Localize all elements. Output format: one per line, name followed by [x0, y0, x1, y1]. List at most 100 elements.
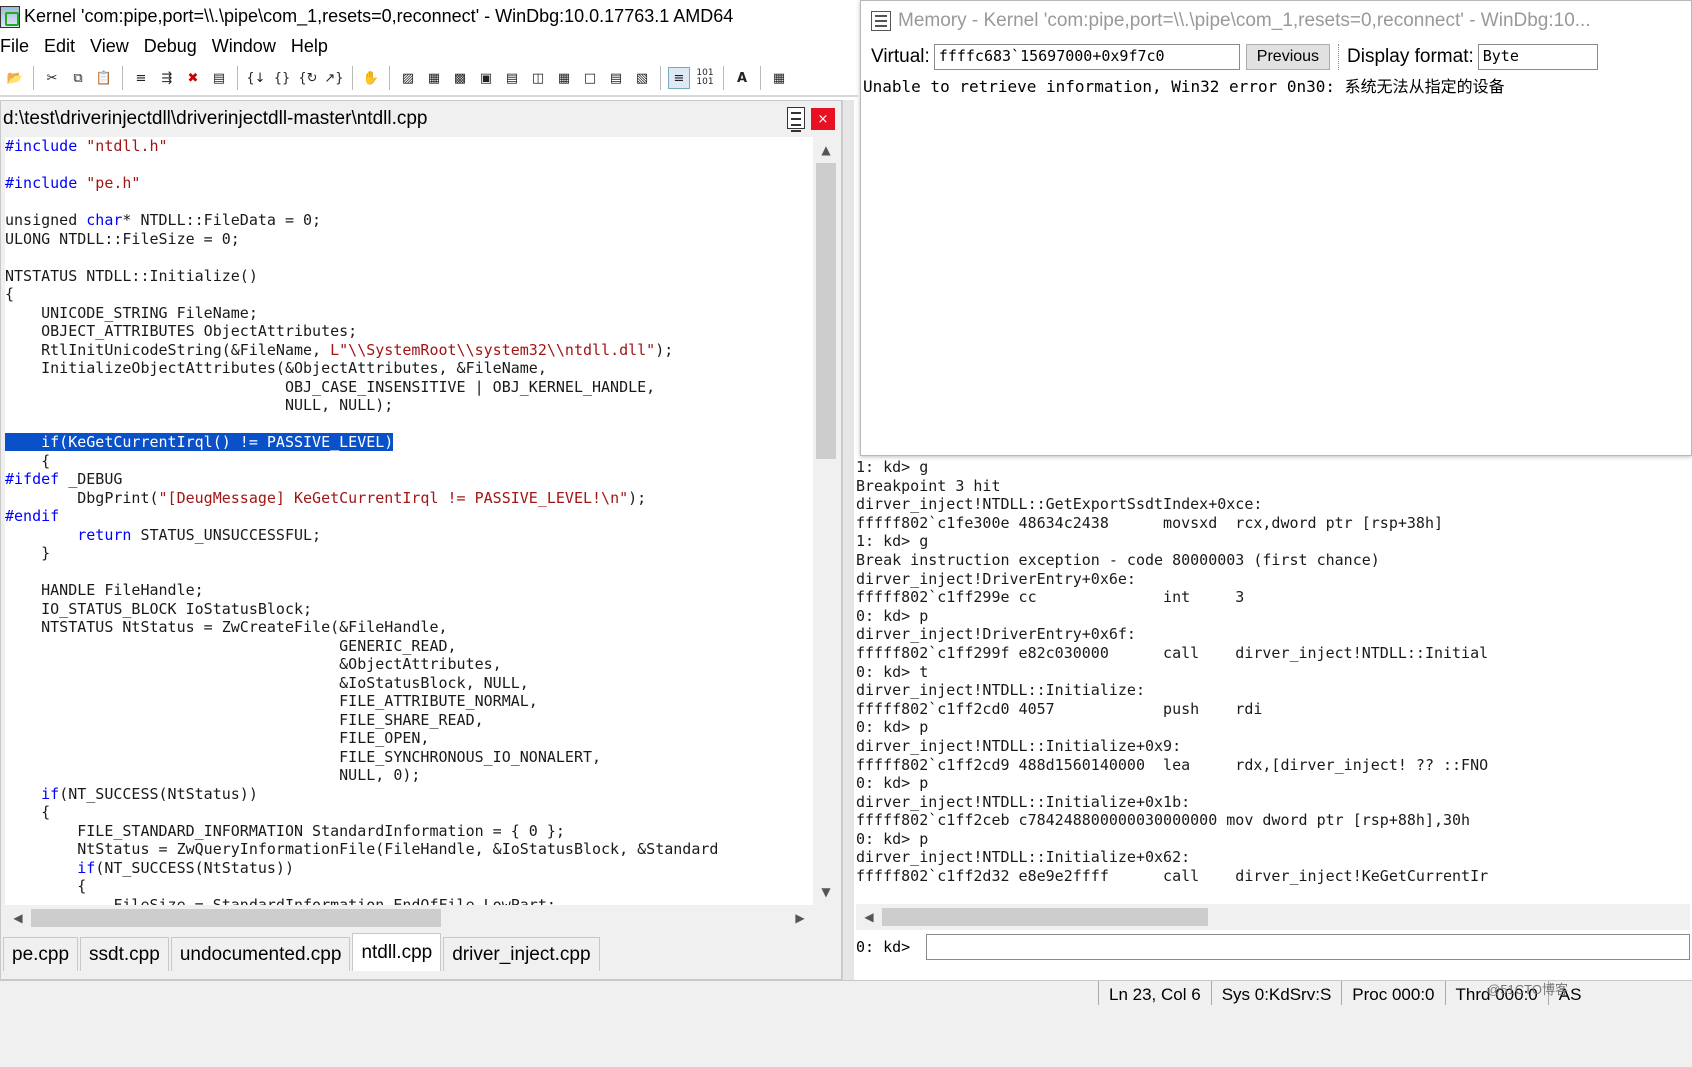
code-line[interactable]: &IoStatusBlock, NULL,: [5, 674, 813, 693]
code-line[interactable]: [5, 415, 813, 434]
code-line[interactable]: FILE_OPEN,: [5, 729, 813, 748]
code-line[interactable]: [5, 193, 813, 212]
code-line[interactable]: IO_STATUS_BLOCK IoStatusBlock;: [5, 600, 813, 619]
scroll-right-icon[interactable]: ▶: [790, 908, 810, 928]
virtual-address-input[interactable]: ffffc683`15697000+0x9f7c0: [933, 44, 1240, 70]
registers-icon[interactable]: ▣: [475, 67, 497, 89]
step-into-source-icon[interactable]: ≡: [130, 67, 152, 89]
step-over-source-icon[interactable]: ⇶: [156, 67, 178, 89]
copy-icon[interactable]: ⧉: [67, 67, 89, 89]
previous-button[interactable]: Previous: [1245, 44, 1331, 70]
open-icon[interactable]: 📂: [4, 67, 26, 89]
menu-window[interactable]: Window: [212, 36, 284, 57]
code-line[interactable]: FILE_SHARE_READ,: [5, 711, 813, 730]
code-line[interactable]: {: [5, 803, 813, 822]
processes-threads-icon[interactable]: ▧: [631, 67, 653, 89]
source-mode-icon[interactable]: ≡: [668, 67, 690, 89]
code-line[interactable]: HANDLE FileHandle;: [5, 581, 813, 600]
code-line[interactable]: NULL, 0);: [5, 766, 813, 785]
scroll-up-icon[interactable]: ▲: [816, 140, 836, 160]
code-line[interactable]: FILE_STANDARD_INFORMATION StandardInform…: [5, 822, 813, 841]
code-line[interactable]: {: [5, 452, 813, 471]
run-to-cursor-icon[interactable]: ▤: [208, 67, 230, 89]
code-line[interactable]: [5, 156, 813, 175]
options-icon[interactable]: ▦: [768, 67, 790, 89]
command-horizontal-scroll-thumb[interactable]: [882, 908, 1208, 926]
source-code-area[interactable]: #include "ntdll.h" #include "pe.h" unsig…: [5, 137, 813, 905]
step-over-icon[interactable]: {↻: [297, 67, 319, 89]
tab-ssdt-cpp[interactable]: ssdt.cpp: [80, 937, 169, 971]
code-line[interactable]: NTSTATUS NTDLL::Initialize(): [5, 267, 813, 286]
source-horizontal-scroll-thumb[interactable]: [31, 909, 441, 927]
code-line[interactable]: if(KeGetCurrentIrql() != PASSIVE_LEVEL): [5, 433, 813, 452]
code-line[interactable]: DbgPrint("[DeugMessage] KeGetCurrentIrql…: [5, 489, 813, 508]
code-line[interactable]: RtlInitUnicodeString(&FileName, L"\\Syst…: [5, 341, 813, 360]
code-line[interactable]: GENERIC_READ,: [5, 637, 813, 656]
code-line[interactable]: unsigned char* NTDLL::FileData = 0;: [5, 211, 813, 230]
step-out-icon[interactable]: ↗}: [323, 67, 345, 89]
step-into-icon[interactable]: {}: [271, 67, 293, 89]
code-line[interactable]: InitializeObjectAttributes(&ObjectAttrib…: [5, 359, 813, 378]
menu-file[interactable]: File: [0, 36, 37, 57]
code-line[interactable]: FILE_SYNCHRONOUS_IO_NONALERT,: [5, 748, 813, 767]
code-line[interactable]: [5, 563, 813, 582]
code-line[interactable]: {: [5, 877, 813, 896]
code-line[interactable]: FileSize = StandardInformation.EndOfFile…: [5, 896, 813, 906]
code-line[interactable]: OBJECT_ATTRIBUTES ObjectAttributes;: [5, 322, 813, 341]
scroll-down-icon[interactable]: ▼: [816, 882, 836, 902]
code-line[interactable]: UNICODE_STRING FileName;: [5, 304, 813, 323]
code-line[interactable]: }: [5, 544, 813, 563]
code-line[interactable]: OBJ_CASE_INSENSITIVE | OBJ_KERNEL_HANDLE…: [5, 378, 813, 397]
breakpoint-icon[interactable]: ✖: [182, 67, 204, 89]
go-icon[interactable]: {↓: [245, 67, 267, 89]
code-line[interactable]: #ifdef _DEBUG: [5, 470, 813, 489]
menu-view[interactable]: View: [90, 36, 137, 57]
scratch-pad-icon[interactable]: □: [579, 67, 601, 89]
hex-mode-icon[interactable]: 101 101: [694, 67, 716, 89]
code-line[interactable]: NTSTATUS NtStatus = ZwCreateFile(&FileHa…: [5, 618, 813, 637]
command-horizontal-scrollbar[interactable]: ◀: [856, 904, 1690, 930]
code-line[interactable]: NtStatus = ZwQueryInformationFile(FileHa…: [5, 840, 813, 859]
scroll-left-icon[interactable]: ◀: [8, 908, 28, 928]
source-horizontal-scrollbar[interactable]: ◀ ▶: [5, 905, 813, 931]
code-line[interactable]: #include "pe.h": [5, 174, 813, 193]
call-stack-icon[interactable]: ◫: [527, 67, 549, 89]
code-line[interactable]: [5, 248, 813, 267]
watch-icon[interactable]: ▦: [423, 67, 445, 89]
code-line[interactable]: FILE_ATTRIBUTE_NORMAL,: [5, 692, 813, 711]
code-line[interactable]: if(NT_SUCCESS(NtStatus)): [5, 785, 813, 804]
code-line[interactable]: #include "ntdll.h": [5, 137, 813, 156]
cut-icon[interactable]: ✂: [41, 67, 63, 89]
code-line[interactable]: {: [5, 285, 813, 304]
disassembly-icon[interactable]: ▦: [553, 67, 575, 89]
source-vertical-scroll-thumb[interactable]: [816, 163, 836, 459]
code-line[interactable]: return STATUS_UNSUCCESSFUL;: [5, 526, 813, 545]
memory-icon[interactable]: ▤: [501, 67, 523, 89]
command-window-icon[interactable]: ▨: [397, 67, 419, 89]
code-line[interactable]: &ObjectAttributes,: [5, 655, 813, 674]
code-line[interactable]: #endif: [5, 507, 813, 526]
processes-icon[interactable]: ▤: [605, 67, 627, 89]
menu-help[interactable]: Help: [291, 36, 336, 57]
scroll-left-icon[interactable]: ◀: [859, 907, 879, 927]
tab-pe-cpp[interactable]: pe.cpp: [3, 937, 79, 971]
command-input[interactable]: [926, 934, 1690, 960]
source-vertical-scrollbar[interactable]: ▲ ▼: [813, 137, 839, 905]
display-format-select[interactable]: Byte: [1477, 44, 1598, 70]
tab-undocumented-cpp[interactable]: undocumented.cpp: [170, 937, 351, 971]
command-output[interactable]: 1: kd> g Breakpoint 3 hit dirver_inject!NT…: [856, 458, 1690, 904]
locals-icon[interactable]: ▩: [449, 67, 471, 89]
menu-debug[interactable]: Debug: [144, 36, 205, 57]
tab-ntdll-cpp[interactable]: ntdll.cpp: [352, 933, 442, 971]
break-icon[interactable]: ✋: [360, 67, 382, 89]
pane-splitter[interactable]: [842, 100, 854, 980]
tab-driver-inject-cpp[interactable]: driver_inject.cpp: [443, 937, 600, 971]
document-icon[interactable]: [787, 107, 805, 132]
memory-content[interactable]: Unable to retrieve information, Win32 er…: [863, 73, 1689, 453]
font-icon[interactable]: A: [731, 67, 753, 89]
code-line[interactable]: ULONG NTDLL::FileSize = 0;: [5, 230, 813, 249]
code-line[interactable]: NULL, NULL);: [5, 396, 813, 415]
code-line[interactable]: if(NT_SUCCESS(NtStatus)): [5, 859, 813, 878]
paste-icon[interactable]: 📋: [93, 67, 115, 89]
close-source-button[interactable]: ×: [811, 108, 835, 130]
